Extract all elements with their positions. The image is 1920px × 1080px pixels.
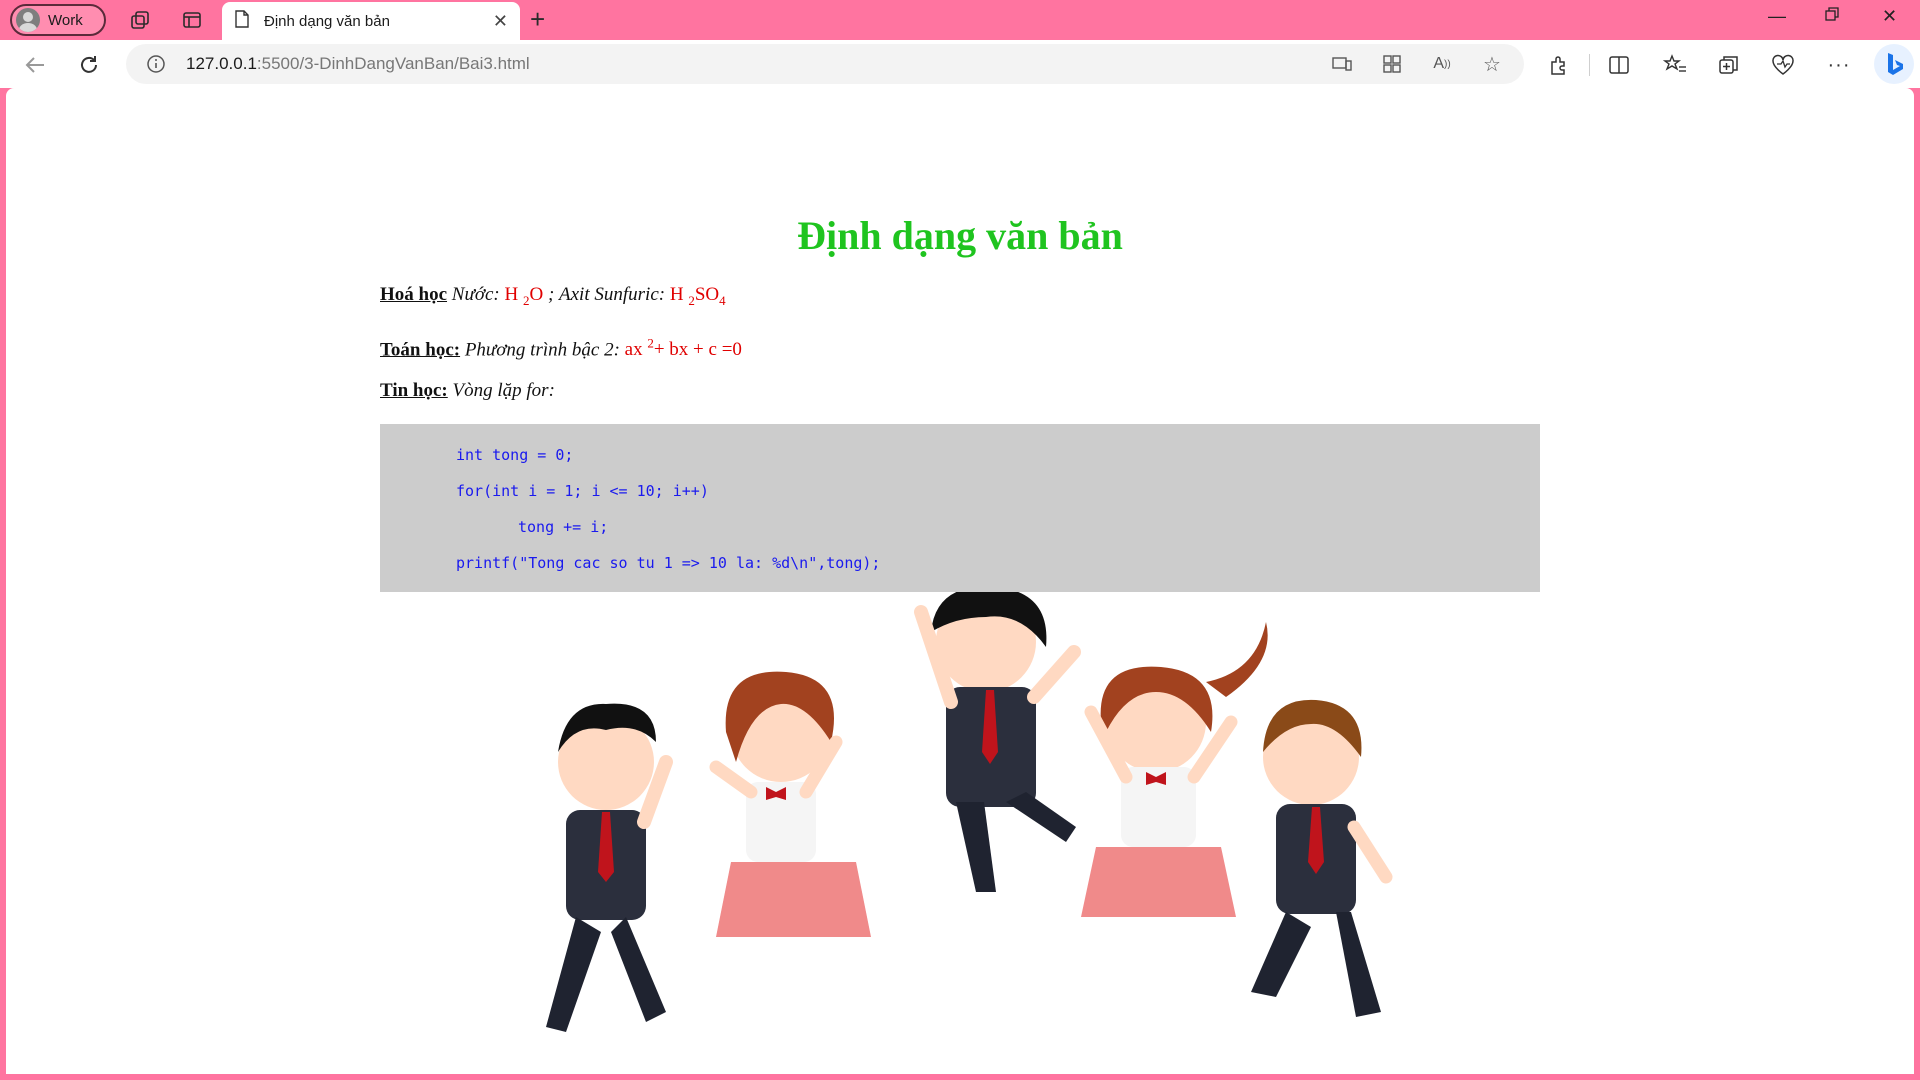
math-ax: ax bbox=[624, 339, 643, 361]
acid-label: Axit Sunfuric: bbox=[559, 284, 666, 305]
device-icon[interactable] bbox=[1330, 52, 1354, 76]
code-block: int tong = 0; for(int i = 1; i <= 10; i+… bbox=[380, 424, 1540, 592]
students-illustration bbox=[546, 592, 1393, 1032]
split-screen-icon[interactable] bbox=[1606, 52, 1632, 78]
workspaces-icon[interactable] bbox=[128, 8, 152, 32]
navigation-bar: 127.0.0.1:5500/3-DinhDangVanBan/Bai3.htm… bbox=[0, 40, 1920, 88]
profile-label: Work bbox=[48, 11, 83, 29]
back-icon[interactable] bbox=[22, 52, 48, 78]
more-options-icon[interactable]: ··· bbox=[1826, 52, 1852, 78]
math-label: Phương trình bậc 2: bbox=[464, 339, 620, 361]
toolbar-separator bbox=[1589, 54, 1590, 76]
url-host: 127.0.0.1 bbox=[186, 54, 257, 73]
math-line: Toán học: Phương trình bậc 2: ax 2+ bx +… bbox=[380, 336, 742, 361]
code-line: tong += i; bbox=[518, 518, 609, 536]
cs-line: Tin học: Vòng lặp for: bbox=[380, 380, 555, 402]
girl-left bbox=[709, 671, 871, 937]
page-title: Định dạng văn bản bbox=[797, 213, 1123, 258]
page-content: Định dạng văn bản Hoá học Nước: H 2O ; A… bbox=[380, 88, 1540, 592]
girl-right bbox=[1081, 622, 1268, 917]
water-o: O bbox=[529, 284, 544, 305]
browser-title-bar: Work Định dạng văn bản ✕ + — ✕ bbox=[0, 0, 1920, 40]
close-tab-icon[interactable]: ✕ bbox=[493, 11, 508, 32]
water-label: Nước: bbox=[451, 284, 500, 305]
close-window-icon[interactable]: ✕ bbox=[1882, 6, 1897, 27]
collections-icon[interactable] bbox=[1716, 52, 1742, 78]
math-rest: + bx + c =0 bbox=[653, 339, 742, 361]
page-viewport: Định dạng văn bản Hoá học Nước: H 2O ; A… bbox=[6, 88, 1914, 1074]
code-line: for(int i = 1; i <= 10; i++) bbox=[456, 482, 709, 500]
tab-active[interactable]: Định dạng văn bản ✕ bbox=[222, 2, 520, 40]
refresh-icon[interactable] bbox=[76, 52, 102, 78]
restore-icon[interactable] bbox=[1824, 6, 1840, 27]
acid-so: SO bbox=[694, 284, 720, 305]
math-subject: Toán học: bbox=[380, 339, 461, 361]
new-tab-button[interactable]: + bbox=[530, 6, 545, 32]
read-aloud-icon[interactable]: A)) bbox=[1430, 52, 1454, 76]
acid-h: H bbox=[669, 284, 684, 305]
site-info-icon[interactable] bbox=[144, 52, 168, 76]
chem-separator: ; bbox=[547, 284, 555, 305]
bing-copilot-icon[interactable] bbox=[1874, 44, 1914, 84]
acid-sub2: 4 bbox=[719, 292, 726, 308]
url-text[interactable]: 127.0.0.1:5500/3-DinhDangVanBan/Bai3.htm… bbox=[186, 54, 530, 74]
extensions-icon[interactable] bbox=[1546, 52, 1572, 78]
minimize-icon[interactable]: — bbox=[1768, 6, 1786, 27]
page-icon bbox=[234, 9, 250, 33]
address-bar[interactable]: 127.0.0.1:5500/3-DinhDangVanBan/Bai3.htm… bbox=[126, 44, 1524, 84]
browser-essentials-icon[interactable] bbox=[1770, 52, 1796, 78]
chemistry-line: Hoá học Nước: H 2O ; Axit Sunfuric: H 2S… bbox=[380, 284, 726, 309]
cs-label: Vòng lặp for: bbox=[452, 380, 555, 401]
water-h: H bbox=[504, 284, 519, 305]
favorites-icon[interactable] bbox=[1662, 52, 1688, 78]
cs-subject: Tin học: bbox=[380, 380, 448, 401]
favorite-star-icon[interactable]: ☆ bbox=[1480, 52, 1504, 76]
apps-icon[interactable] bbox=[1380, 52, 1404, 76]
boy-right bbox=[1251, 699, 1393, 1017]
chemistry-subject: Hoá học bbox=[380, 284, 448, 305]
boy-left bbox=[546, 703, 673, 1032]
code-line: int tong = 0; bbox=[456, 446, 574, 464]
boy-center bbox=[914, 592, 1081, 892]
url-path: :5500/3-DinhDangVanBan/Bai3.html bbox=[256, 54, 530, 73]
profile-button[interactable]: Work bbox=[10, 4, 106, 36]
tab-title: Định dạng văn bản bbox=[264, 12, 390, 30]
tab-actions-icon[interactable] bbox=[180, 8, 204, 32]
avatar bbox=[16, 8, 40, 32]
code-line: printf("Tong cac so tu 1 => 10 la: %d\n"… bbox=[456, 554, 881, 572]
